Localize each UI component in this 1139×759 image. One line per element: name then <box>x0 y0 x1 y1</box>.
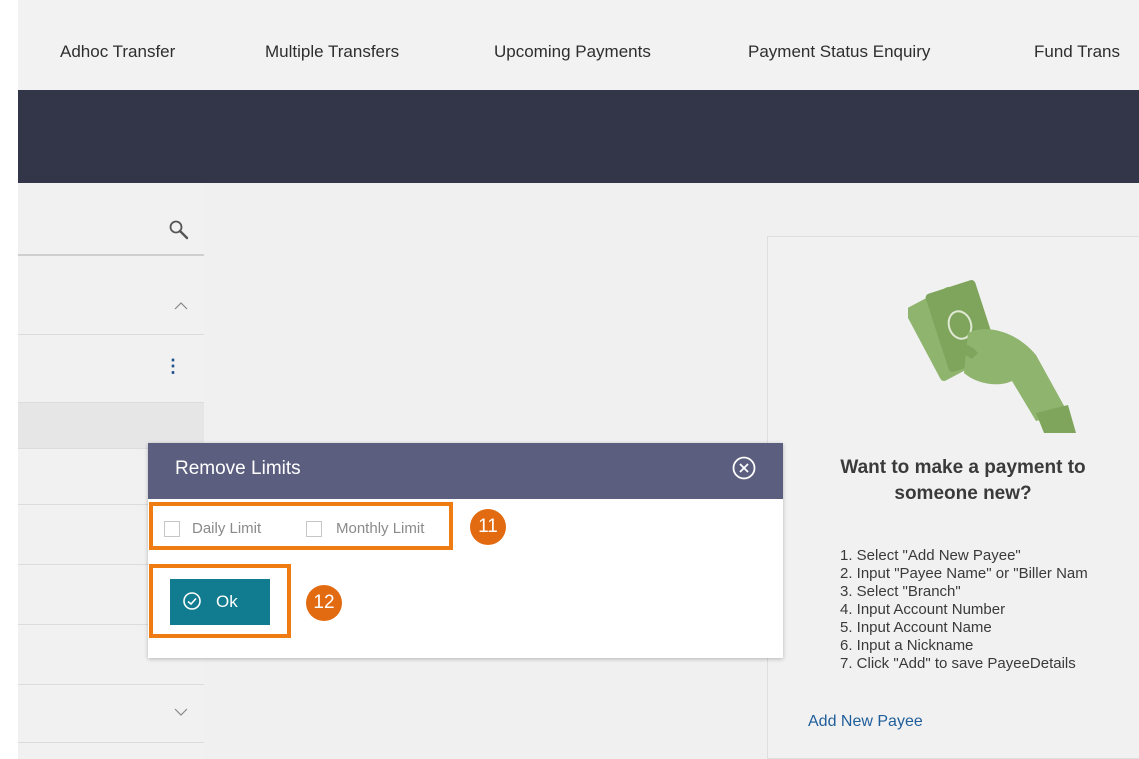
tab-upcoming-payments[interactable]: Upcoming Payments <box>494 42 651 62</box>
dialog-header: Remove Limits <box>148 443 783 499</box>
search-field[interactable] <box>18 183 204 256</box>
page-banner <box>18 90 1139 183</box>
dialog-title: Remove Limits <box>175 458 301 479</box>
card-title-line2: someone new? <box>894 483 1032 504</box>
step-item: 5. Input Account Name <box>840 619 992 636</box>
chevron-up-icon[interactable] <box>174 299 188 313</box>
tab-adhoc-transfer[interactable]: Adhoc Transfer <box>60 42 175 62</box>
hand-holding-money-icon <box>908 280 1076 433</box>
step-item: 7. Click "Add" to save PayeeDetails <box>840 655 1076 672</box>
payee-steps-list: 1. Select "Add New Payee" 2. Input "Paye… <box>840 547 1088 673</box>
monthly-limit-label: Monthly Limit <box>336 520 425 537</box>
list-group-header[interactable] <box>18 685 204 743</box>
step-item: 3. Select "Branch" <box>840 583 961 600</box>
step-item: 2. Input "Payee Name" or "Biller Nam <box>840 565 1088 582</box>
kebab-menu-icon[interactable]: ⋮ <box>164 357 182 375</box>
search-icon[interactable] <box>168 219 190 241</box>
list-item[interactable]: ⋮ <box>18 335 204 403</box>
ok-button[interactable]: Ok <box>170 579 270 625</box>
step-badge-12: 12 <box>306 585 342 621</box>
list-group-header[interactable] <box>18 257 204 335</box>
step-item: 6. Input a Nickname <box>840 637 974 654</box>
add-new-payee-link[interactable]: Add New Payee <box>808 713 923 731</box>
daily-limit-label: Daily Limit <box>192 520 262 537</box>
top-navigation: Adhoc Transfer Multiple Transfers Upcomi… <box>18 0 1139 90</box>
step-item: 4. Input Account Number <box>840 601 1006 618</box>
step-badge-11: 11 <box>470 509 506 545</box>
chevron-down-icon[interactable] <box>174 705 188 719</box>
tab-payment-status-enquiry[interactable]: Payment Status Enquiry <box>748 42 930 62</box>
card-title-line1: Want to make a payment to <box>840 457 1086 478</box>
check-circle-icon <box>183 592 201 610</box>
monthly-limit-checkbox[interactable] <box>306 521 322 537</box>
close-circle-icon[interactable] <box>731 455 757 481</box>
new-payee-card: Want to make a payment to someone new? 1… <box>767 236 1139 759</box>
remove-limits-dialog: Remove Limits Daily Limit Monthly Limit … <box>148 443 783 658</box>
daily-limit-checkbox[interactable] <box>164 521 180 537</box>
page-gutter <box>0 0 18 759</box>
tab-multiple-transfers[interactable]: Multiple Transfers <box>265 42 399 62</box>
ok-button-label: Ok <box>216 592 238 611</box>
card-title: Want to make a payment to someone new? <box>768 455 1139 507</box>
step-item: 1. Select "Add New Payee" <box>840 547 1021 564</box>
tab-fund-transfer[interactable]: Fund Trans <box>1034 42 1120 62</box>
